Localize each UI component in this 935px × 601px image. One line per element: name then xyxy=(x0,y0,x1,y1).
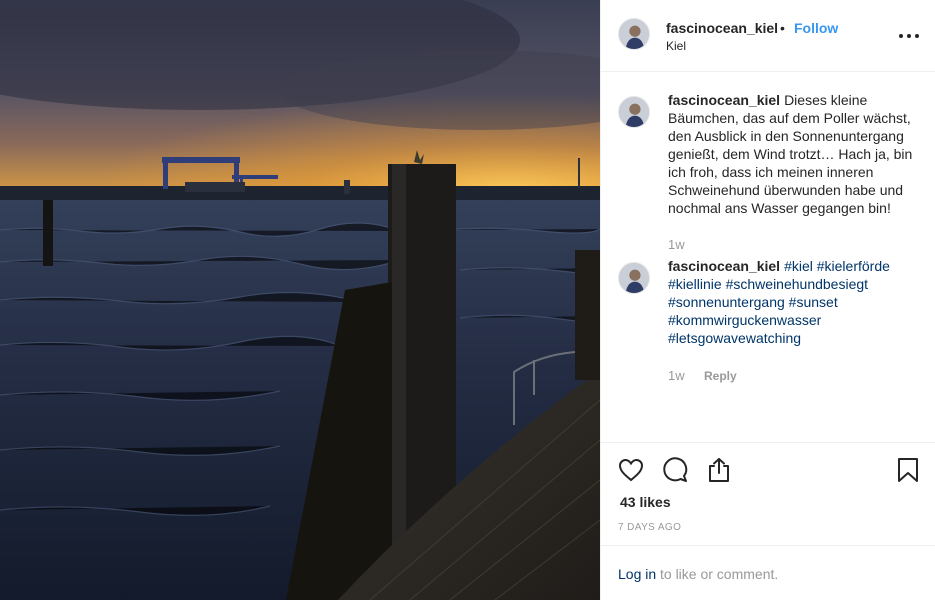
post-header: fascinocean_kiel • Follow Kiel xyxy=(601,0,935,72)
hashtag-link[interactable]: #kielerförde xyxy=(817,258,890,274)
reply-button[interactable]: Reply xyxy=(704,369,737,383)
avatar[interactable] xyxy=(618,96,650,128)
comment-text: fascinocean_kiel #kiel #kielerförde #kiell… xyxy=(668,257,926,347)
avatar[interactable] xyxy=(618,262,650,294)
post-timestamp: 7 DAYS AGO xyxy=(618,522,682,533)
avatar-image xyxy=(619,19,649,49)
hashtag-link[interactable]: #letsgowavewatching xyxy=(668,330,801,346)
hashtag-link[interactable]: #sunset xyxy=(789,294,838,310)
comment-username[interactable]: fascinocean_kiel xyxy=(668,258,780,274)
comment-time[interactable]: 1w xyxy=(668,368,685,383)
location-link[interactable]: Kiel xyxy=(666,39,686,53)
hashtag-link[interactable]: #sonnenuntergang xyxy=(668,294,785,310)
post-actions: 43 likes 7 DAYS AGO Log in to like or co… xyxy=(601,442,935,600)
avatar-image xyxy=(619,97,649,127)
more-options-icon[interactable] xyxy=(897,24,921,48)
share-icon[interactable] xyxy=(705,456,733,484)
hashtag-link[interactable]: #schweinehundbesiegt xyxy=(726,276,868,292)
sunset-harbour-image xyxy=(0,0,600,600)
comment-time[interactable]: 1w xyxy=(668,237,685,252)
comment-icon[interactable] xyxy=(661,456,689,484)
login-link[interactable]: Log in xyxy=(618,566,656,582)
comment-body: Dieses kleine Bäumchen, das auf dem Poll… xyxy=(668,92,913,216)
avatar-image xyxy=(619,263,649,293)
hashtag-link[interactable]: #kiellinie xyxy=(668,276,722,292)
hashtag-link[interactable]: #kiel xyxy=(784,258,813,274)
more-dot xyxy=(899,34,903,38)
post-side-panel: fascinocean_kiel • Follow Kiel fascinoce… xyxy=(600,0,935,600)
comment-text: fascinocean_kiel Dieses kleine Bäumchen, … xyxy=(668,91,926,217)
hashtag-link[interactable]: #kommwirguckenwasser xyxy=(668,312,821,328)
post-photo[interactable] xyxy=(0,0,600,600)
follow-button[interactable]: Follow xyxy=(794,20,838,36)
heart-icon[interactable] xyxy=(617,456,645,484)
bookmark-icon[interactable] xyxy=(894,456,922,484)
more-dot xyxy=(915,34,919,38)
avatar[interactable] xyxy=(618,18,650,50)
header-separator: • xyxy=(780,20,785,36)
comment-username[interactable]: fascinocean_kiel xyxy=(668,92,780,108)
login-prompt-text: to like or comment. xyxy=(660,566,779,582)
likes-count[interactable]: 43 likes xyxy=(620,494,671,510)
header-username[interactable]: fascinocean_kiel xyxy=(666,20,778,36)
more-dot xyxy=(907,34,911,38)
login-prompt: Log in to like or comment. xyxy=(601,545,935,601)
